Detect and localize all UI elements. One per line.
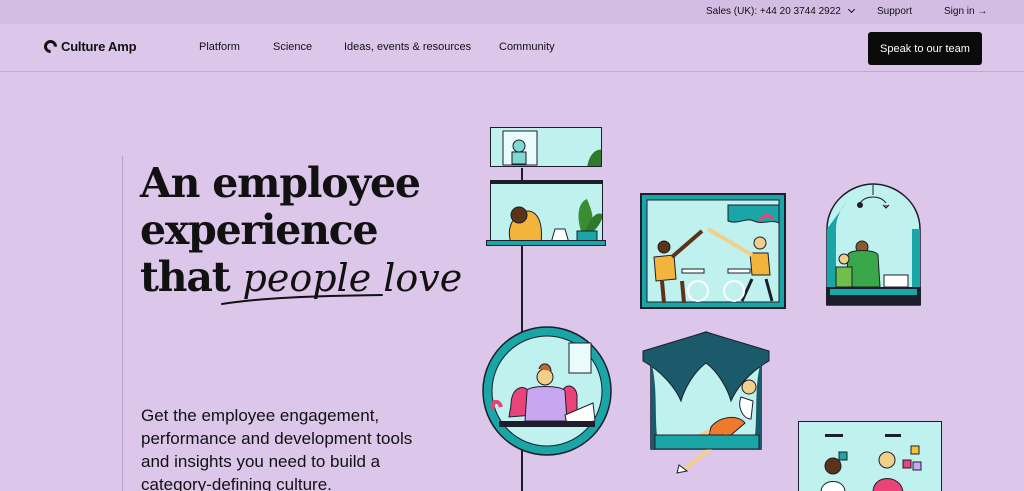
headline-line-2: experience [140, 206, 379, 254]
illustration-parent-child-window [826, 183, 921, 307]
hero-subheading: Get the employee engagement, performance… [141, 406, 413, 491]
nav-science[interactable]: Science [273, 41, 312, 53]
main-nav: Culture Amp Platform Science Ideas, even… [0, 24, 1024, 72]
speak-to-team-button[interactable]: Speak to our team [868, 32, 982, 65]
illustration-thinking-window [490, 180, 603, 242]
sales-phone: Sales (UK): +44 20 3744 2922 [706, 6, 841, 17]
nav-community[interactable]: Community [499, 41, 555, 53]
sign-in-link[interactable]: Sign in → [944, 6, 987, 17]
brand-logo[interactable]: Culture Amp [41, 37, 137, 56]
illustration-sill-1 [486, 240, 606, 246]
sales-dropdown[interactable]: Sales (UK): +44 20 3744 2922 [706, 5, 855, 17]
headline-that: that [140, 253, 231, 301]
chevron-down-icon [847, 5, 855, 14]
illustration-round-window [481, 325, 613, 457]
nav-ideas-events-resources[interactable]: Ideas, events & resources [344, 41, 471, 53]
hero-divider [122, 156, 123, 491]
script-underline-swoosh [221, 294, 383, 305]
brand-name: Culture Amp [61, 39, 137, 54]
headline-line-1: An employee [140, 159, 421, 207]
nav-platform[interactable]: Platform [199, 41, 240, 53]
illustration-portrait-window [490, 127, 602, 167]
hero-headline: An employee experience that people love [140, 160, 462, 302]
illustration-high-five-window [640, 193, 786, 309]
illustration-curtain-window [641, 331, 771, 481]
illustration-planning-window [798, 421, 942, 491]
culture-amp-logo-icon [41, 37, 60, 56]
utility-bar: Sales (UK): +44 20 3744 2922 Support Sig… [0, 0, 1024, 24]
support-link[interactable]: Support [877, 6, 912, 17]
